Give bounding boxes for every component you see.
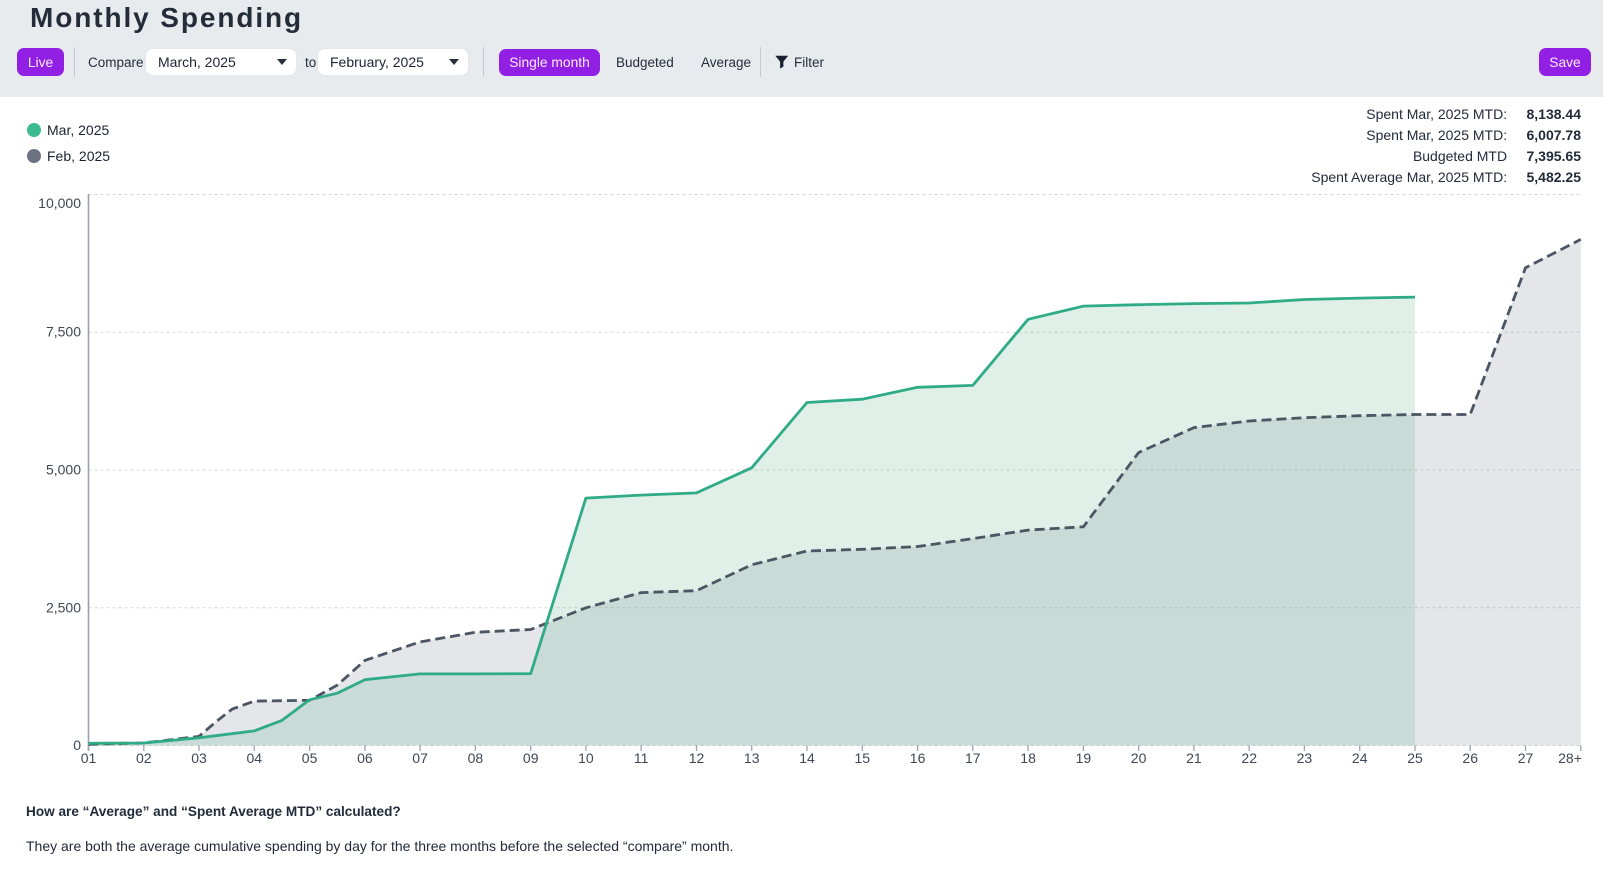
svg-text:7,500: 7,500 bbox=[46, 324, 81, 340]
svg-text:5,000: 5,000 bbox=[46, 462, 81, 478]
svg-text:22: 22 bbox=[1241, 750, 1257, 766]
svg-text:10: 10 bbox=[578, 750, 594, 766]
svg-text:13: 13 bbox=[744, 750, 760, 766]
svg-text:20: 20 bbox=[1131, 750, 1147, 766]
svg-text:05: 05 bbox=[302, 750, 318, 766]
svg-text:11: 11 bbox=[634, 750, 649, 766]
svg-text:23: 23 bbox=[1297, 750, 1313, 766]
svg-text:24: 24 bbox=[1352, 750, 1368, 766]
svg-text:2,500: 2,500 bbox=[46, 599, 81, 615]
svg-text:04: 04 bbox=[247, 750, 263, 766]
svg-text:02: 02 bbox=[136, 750, 152, 766]
svg-text:16: 16 bbox=[910, 750, 926, 766]
svg-text:06: 06 bbox=[357, 750, 373, 766]
svg-text:19: 19 bbox=[1076, 750, 1092, 766]
svg-text:15: 15 bbox=[855, 750, 871, 766]
svg-text:08: 08 bbox=[468, 750, 484, 766]
svg-text:07: 07 bbox=[412, 750, 428, 766]
svg-text:03: 03 bbox=[191, 750, 207, 766]
svg-text:10,000: 10,000 bbox=[38, 195, 81, 211]
svg-text:09: 09 bbox=[523, 750, 539, 766]
svg-text:17: 17 bbox=[965, 750, 981, 766]
svg-text:27: 27 bbox=[1518, 750, 1534, 766]
svg-text:18: 18 bbox=[1020, 750, 1036, 766]
svg-text:26: 26 bbox=[1462, 750, 1478, 766]
svg-text:28+: 28+ bbox=[1558, 750, 1582, 766]
svg-text:14: 14 bbox=[799, 750, 815, 766]
svg-text:12: 12 bbox=[689, 750, 705, 766]
svg-text:01: 01 bbox=[81, 750, 97, 766]
svg-text:25: 25 bbox=[1407, 750, 1423, 766]
svg-text:21: 21 bbox=[1186, 750, 1202, 766]
